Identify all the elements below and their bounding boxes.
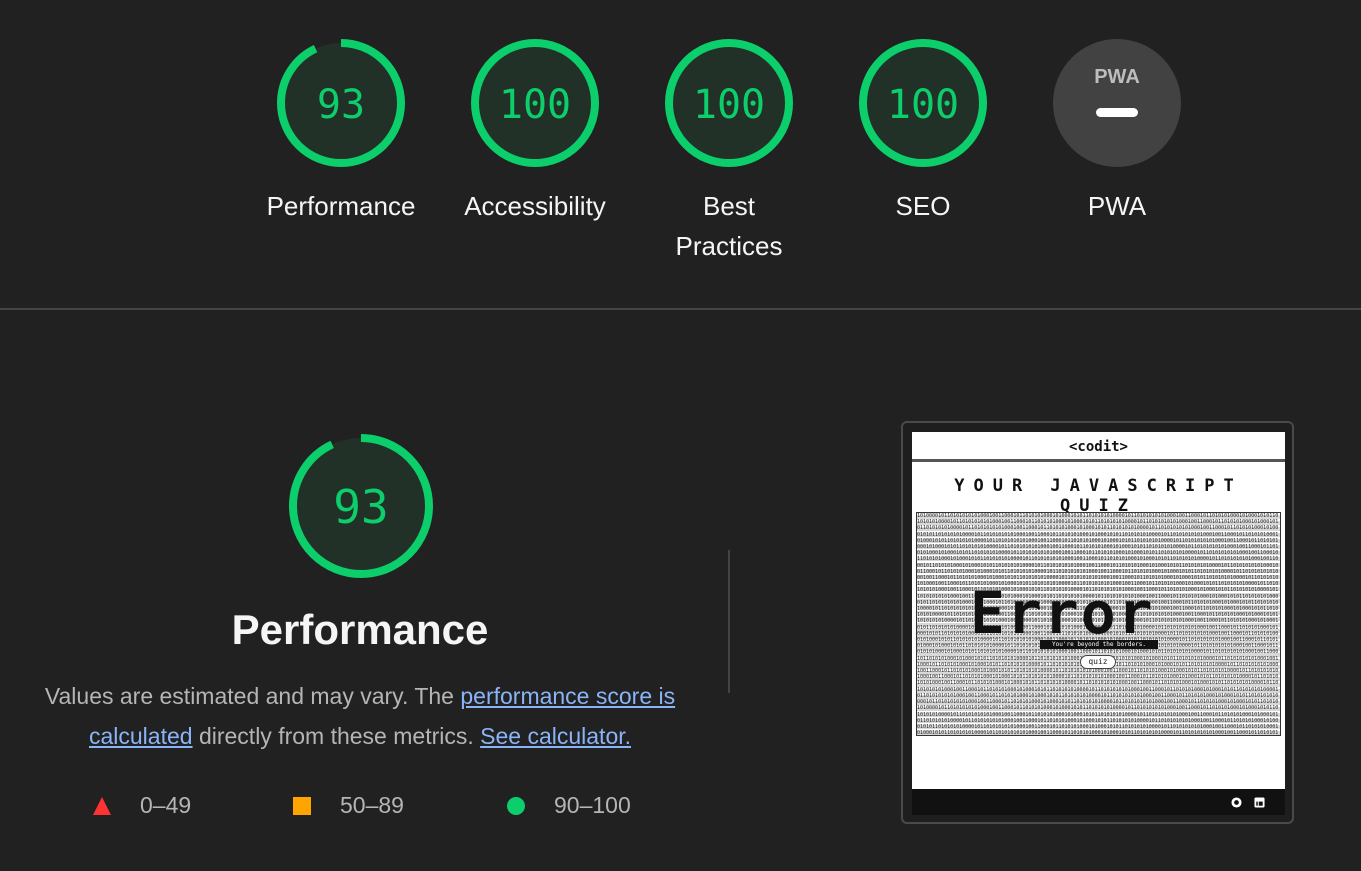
square-icon xyxy=(293,796,311,815)
gauge-pwa[interactable]: PWA PWA xyxy=(1022,38,1212,226)
performance-description: Values are estimated and may vary. The p… xyxy=(30,676,690,756)
dash-icon xyxy=(1096,108,1138,117)
performance-main-score: 93 xyxy=(333,480,388,534)
gauge-label: Accessibility xyxy=(464,191,606,221)
performance-main-gauge-ring: 93 xyxy=(289,434,433,578)
github-icon xyxy=(1231,797,1242,808)
section-divider xyxy=(0,308,1361,310)
screenshot-logo: <codit> xyxy=(912,432,1285,462)
gauge-seo[interactable]: 100 SEO xyxy=(828,38,1018,226)
screenshot-page: <codit> YOUR JAVASCRIPT QUIZ 10100001011… xyxy=(912,432,1285,815)
screenshot-error-text: Error xyxy=(970,579,1155,647)
gauge-label: SEO xyxy=(895,191,951,221)
seo-gauge-ring: 100 xyxy=(859,39,987,167)
final-screenshot[interactable]: <codit> YOUR JAVASCRIPT QUIZ 10100001011… xyxy=(901,421,1294,824)
triangle-icon xyxy=(93,796,111,815)
gauge-accessibility[interactable]: 100 Accessibility xyxy=(440,38,630,226)
accessibility-gauge-ring: 100 xyxy=(471,39,599,167)
gauge-label: Best Practices xyxy=(675,191,783,261)
category-gauges: 93 Performance 100 Accessibility 100 Bes… xyxy=(0,0,1361,309)
screenshot-quiz-title: YOUR JAVASCRIPT QUIZ xyxy=(954,476,1243,516)
gauge-performance[interactable]: 93 Performance xyxy=(246,38,436,226)
screenshot-footer xyxy=(912,789,1285,815)
circle-icon xyxy=(507,796,525,815)
performance-title: Performance xyxy=(231,606,489,653)
vertical-divider xyxy=(728,550,730,693)
gauge-score: 93 xyxy=(317,82,365,128)
legend-range: 50–89 xyxy=(340,792,404,818)
gauge-label: Performance xyxy=(266,191,416,221)
performance-gauge-ring: 93 xyxy=(277,39,405,167)
pwa-badge-text: PWA xyxy=(1094,66,1140,88)
legend-range: 0–49 xyxy=(140,792,192,818)
linkedin-icon xyxy=(1254,797,1265,808)
best-practices-gauge-ring: 100 xyxy=(665,39,793,167)
desc-prefix: Values are estimated and may vary. The xyxy=(44,683,461,709)
legend-item-fail: 0–49 xyxy=(92,792,191,819)
gauge-best-practices[interactable]: 100 Best Practices xyxy=(634,38,824,266)
score-legend: 0–49 50–89 90–100 xyxy=(0,792,720,822)
desc-middle: directly from these metrics. xyxy=(192,723,481,749)
performance-main-gauge: 93 xyxy=(288,433,434,584)
pwa-badge-icon: PWA xyxy=(1053,39,1181,167)
see-calculator-link[interactable]: See calculator. xyxy=(480,723,631,749)
screenshot-error-message: You're beyond the borders. xyxy=(1040,640,1158,649)
gauge-score: 100 xyxy=(887,82,959,128)
legend-item-pass: 90–100 xyxy=(506,792,631,819)
screenshot-quiz-button: quiz xyxy=(1080,655,1116,669)
legend-item-average: 50–89 xyxy=(292,792,404,819)
legend-range: 90–100 xyxy=(554,792,631,818)
gauge-score: 100 xyxy=(499,82,571,128)
gauge-label: PWA xyxy=(1087,191,1147,221)
gauge-score: 100 xyxy=(693,82,765,128)
